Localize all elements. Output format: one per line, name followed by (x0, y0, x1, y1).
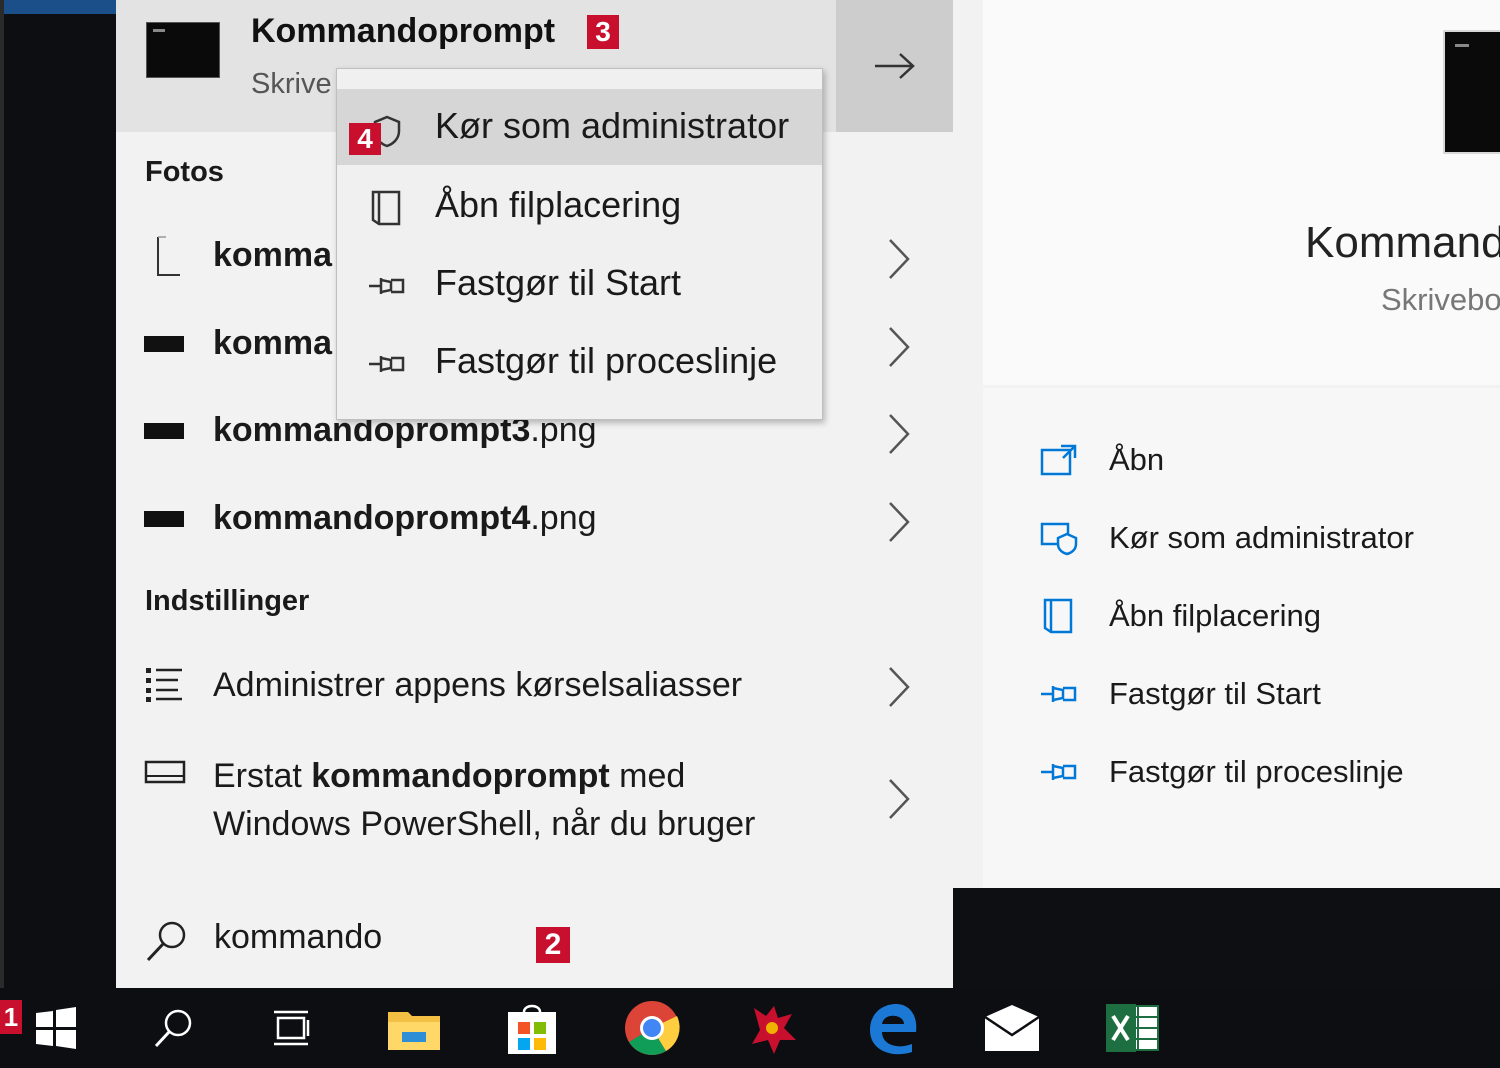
preview-title: Kommand (1305, 218, 1500, 267)
preview-header: Kommand Skrivebo (983, 0, 1500, 385)
windows-start-icon[interactable] (26, 998, 86, 1058)
image-thumb-icon (144, 511, 184, 527)
action-label: Fastgør til Start (1109, 676, 1321, 711)
menu-item-label: Kør som administrator (435, 105, 790, 146)
action-pin-to-start[interactable]: Fastgør til Start (983, 666, 1500, 726)
menu-item-label: Fastgør til proceslinje (435, 340, 778, 381)
top-result-subtitle: Skrive (251, 68, 332, 100)
menu-item-open-file-location[interactable]: Åbn filplacering (337, 168, 822, 244)
search-input[interactable]: kommando (214, 918, 382, 957)
chrome-icon[interactable] (622, 998, 682, 1058)
mail-icon[interactable] (982, 998, 1042, 1058)
desktop-edge (0, 0, 116, 988)
chevron-right-icon[interactable] (876, 322, 916, 372)
search-box[interactable]: kommando 2 (116, 892, 953, 988)
list-item-label: komma (213, 324, 333, 362)
list-item-label: komma (213, 236, 333, 274)
list-item-label: kommandoprompt4.png (213, 499, 597, 537)
menu-item-run-as-admin[interactable]: 4 Kør som administrator (337, 89, 822, 165)
command-prompt-icon (146, 22, 220, 78)
image-thumb-icon (144, 336, 184, 352)
pin-icon (369, 278, 405, 294)
section-heading-photos: Fotos (145, 156, 224, 188)
step-badge-1: 1 (0, 1000, 22, 1034)
action-open[interactable]: Åbn (983, 432, 1500, 492)
preview-actions: Åbn Kør som administrator Åbn filplaceri… (983, 388, 1500, 888)
open-icon (1040, 444, 1077, 476)
menu-item-pin-to-start[interactable]: Fastgør til Start (337, 246, 822, 322)
menu-item-pin-to-taskbar[interactable]: Fastgør til proceslinje (337, 324, 822, 400)
chevron-right-icon[interactable] (876, 497, 916, 547)
folder-location-icon (1043, 598, 1073, 634)
task-view-icon[interactable] (262, 998, 322, 1058)
menu-item-label: Åbn filplacering (435, 184, 682, 225)
pin-icon (1041, 764, 1077, 780)
step-badge-4: 4 (349, 123, 381, 155)
action-pin-to-taskbar[interactable]: Fastgør til proceslinje (983, 744, 1500, 804)
arrow-right-icon (874, 53, 915, 79)
taskbar: 1 (0, 988, 1500, 1068)
store-icon[interactable] (502, 998, 562, 1058)
list-icon (146, 668, 182, 702)
image-thumb-icon (144, 423, 184, 439)
top-result-title: Kommandoprompt (251, 12, 556, 50)
shield-icon (1040, 522, 1078, 556)
pin-icon (1041, 686, 1077, 702)
search-icon[interactable] (144, 998, 204, 1058)
command-prompt-icon (1443, 30, 1500, 154)
window-icon (144, 760, 186, 784)
pin-icon (369, 356, 405, 372)
menu-item-label: Fastgør til Start (435, 262, 682, 303)
edge-icon[interactable] (862, 998, 922, 1058)
preview-subtitle: Skrivebo (1381, 282, 1500, 317)
chevron-right-icon[interactable] (876, 662, 916, 712)
folder-location-icon (371, 190, 401, 226)
list-item-label: Erstat kommandoprompt med Windows PowerS… (213, 757, 756, 843)
excel-icon[interactable] (1102, 998, 1162, 1058)
section-heading-settings: Indstillinger (145, 585, 310, 617)
action-label: Åbn (1109, 442, 1165, 477)
action-label: Åbn filplacering (1109, 598, 1321, 633)
expand-arrow-button[interactable] (836, 0, 953, 132)
file-explorer-icon[interactable] (384, 998, 444, 1058)
chevron-right-icon[interactable] (876, 774, 916, 824)
list-item-label: Administrer appens kørselsaliasser (213, 666, 743, 704)
context-menu: 4 Kør som administrator Åbn filplacering… (336, 68, 823, 420)
action-label: Fastgør til proceslinje (1109, 754, 1404, 789)
document-icon (157, 236, 180, 276)
action-run-as-admin[interactable]: Kør som administrator (983, 510, 1500, 570)
step-badge-2: 2 (536, 927, 570, 963)
game-icon[interactable] (742, 998, 802, 1058)
action-open-file-location[interactable]: Åbn filplacering (983, 588, 1500, 648)
search-icon (146, 921, 186, 962)
action-label: Kør som administrator (1109, 520, 1414, 555)
chevron-right-icon[interactable] (876, 234, 916, 284)
preview-panel: Kommand Skrivebo Åbn Kør som administrat… (953, 0, 1500, 988)
chevron-right-icon[interactable] (876, 409, 916, 459)
step-badge-3: 3 (587, 15, 619, 49)
